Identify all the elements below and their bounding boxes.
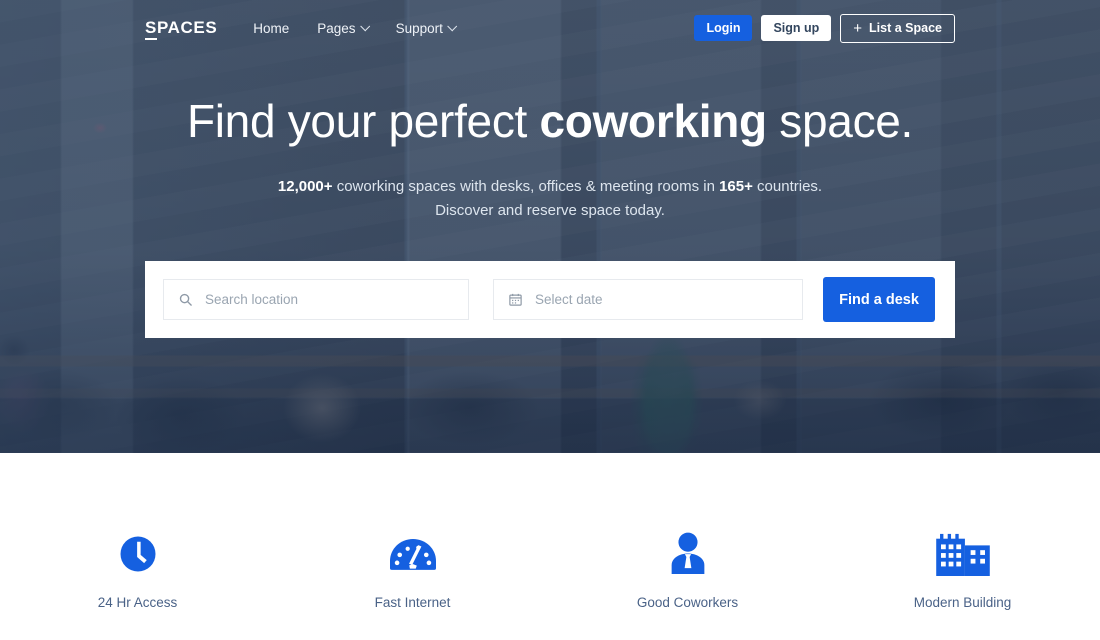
hero-subtitle-end: countries. xyxy=(752,177,823,195)
brand-logo[interactable]: SPACES xyxy=(145,18,218,40)
brand-logo-rest: PACES xyxy=(156,18,218,37)
building-icon xyxy=(935,533,990,576)
search-card: Find a desk xyxy=(145,261,955,338)
chevron-down-icon xyxy=(447,20,458,31)
plus-icon: + xyxy=(853,19,863,37)
feature-icon-wrap xyxy=(389,532,436,576)
feature-icon-wrap xyxy=(668,532,708,576)
person-tie-icon xyxy=(671,532,704,574)
date-input[interactable] xyxy=(535,292,788,307)
hero-subtitle-count-countries: 165+ xyxy=(719,177,753,195)
hero-subtitle-line2: Discover and reserve space today. xyxy=(435,202,665,220)
hero-section: SPACES Home Pages Support Login Sign up … xyxy=(0,0,1100,453)
feature-icon-wrap xyxy=(934,532,992,576)
login-button[interactable]: Login xyxy=(694,14,753,42)
nav-links: Home Pages Support xyxy=(253,20,458,36)
feature-label: Fast Internet xyxy=(374,595,451,610)
chevron-down-icon xyxy=(359,20,370,31)
nav-link-support-label: Support xyxy=(395,20,443,36)
search-location-field[interactable] xyxy=(163,279,469,320)
features-section: 24 Hr Access Fast Internet Good Coworker… xyxy=(0,453,1100,640)
hero-title-part1: Find your perfect xyxy=(186,95,540,147)
signup-button[interactable]: Sign up xyxy=(761,14,832,42)
hero-subtitle-mid: coworking spaces with desks, offices & m… xyxy=(332,177,720,195)
list-a-space-label: List a Space xyxy=(869,20,942,35)
feature-modern-building: Modern Building xyxy=(825,532,1100,610)
feature-icon-wrap xyxy=(117,532,159,576)
list-a-space-button[interactable]: + List a Space xyxy=(840,13,955,43)
nav-link-home-label: Home xyxy=(253,20,290,36)
clock-icon xyxy=(120,536,155,572)
search-date-field[interactable] xyxy=(493,279,803,320)
hero-subtitle: 12,000+ coworking spaces with desks, off… xyxy=(0,175,1100,225)
search-input[interactable] xyxy=(205,292,454,307)
nav-link-support[interactable]: Support xyxy=(395,20,458,36)
hero-title-part2: space. xyxy=(766,95,914,147)
hero-title-emphasis: coworking xyxy=(539,95,768,147)
feature-label: Good Coworkers xyxy=(636,595,739,610)
feature-fast-internet: Fast Internet xyxy=(275,532,550,610)
hero-subtitle-count-spaces: 12,000+ xyxy=(277,177,333,195)
find-a-desk-button[interactable]: Find a desk xyxy=(823,277,935,322)
hero-content: Find your perfect coworking space. 12,00… xyxy=(0,96,1100,224)
speedometer-icon xyxy=(389,538,436,570)
calendar-icon xyxy=(509,293,522,306)
feature-label: Modern Building xyxy=(913,595,1012,610)
brand-logo-first-letter: S xyxy=(145,18,157,40)
page-title: Find your perfect coworking space. xyxy=(0,96,1100,147)
feature-good-coworkers: Good Coworkers xyxy=(550,532,825,610)
nav-link-pages-label: Pages xyxy=(317,20,356,36)
nav-link-pages[interactable]: Pages xyxy=(317,20,370,36)
feature-24-hr-access: 24 Hr Access xyxy=(0,532,275,610)
feature-label: 24 Hr Access xyxy=(97,595,178,610)
search-icon xyxy=(179,293,192,306)
navbar-actions: Login Sign up + List a Space xyxy=(694,13,955,43)
hero-color-overlay xyxy=(0,0,1100,453)
nav-link-home[interactable]: Home xyxy=(253,21,289,36)
navbar: SPACES Home Pages Support Login Sign up … xyxy=(0,0,1100,56)
